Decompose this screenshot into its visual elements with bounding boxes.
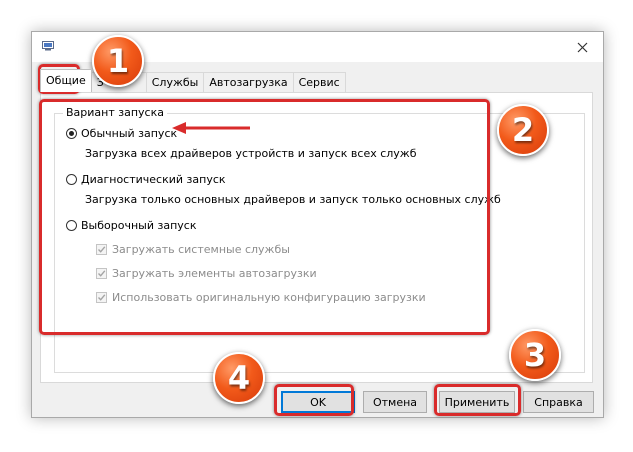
annotation-badge-4: 4 [213,352,265,404]
tab-services[interactable]: Службы [145,72,205,92]
cancel-button[interactable]: Отмена [363,391,427,413]
close-button[interactable] [567,34,597,60]
tab-general[interactable]: Общие [40,69,92,92]
annotation-arrow [172,122,250,134]
annotation-highlight-ok-button [274,384,354,416]
annotation-badge-2: 2 [497,104,549,156]
annotation-highlight-startup-group [39,99,490,335]
annotation-badge-3: 3 [509,329,561,381]
annotation-highlight-apply-button [434,384,521,416]
annotation-badge-1: 1 [92,35,144,87]
help-button[interactable]: Справка [523,391,594,413]
close-icon [577,42,587,52]
tab-bar: Общие З Службы Автозагрузка Сервис [40,69,346,92]
tab-tools[interactable]: Сервис [292,72,346,92]
msconfig-icon [42,41,54,51]
tab-startup[interactable]: Автозагрузка [203,72,294,92]
